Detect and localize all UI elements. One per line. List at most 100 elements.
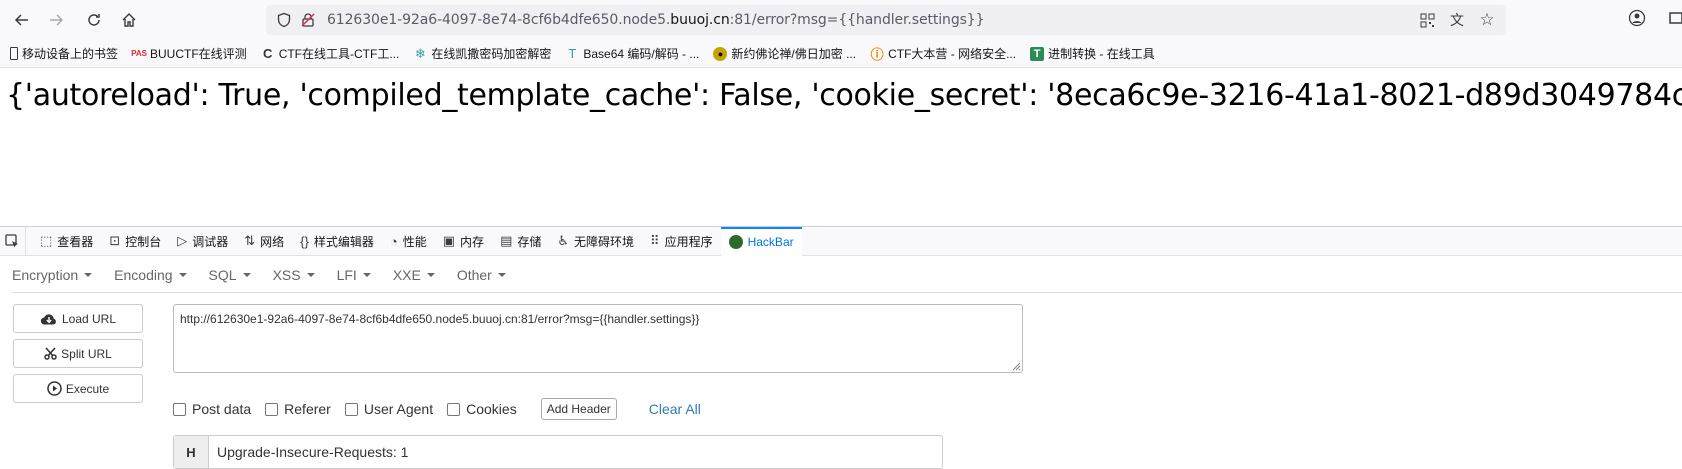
tab-inspector[interactable]: ⬚ 查看器 xyxy=(32,227,101,256)
tab-console[interactable]: ⊡ 控制台 xyxy=(101,227,169,256)
post-data-checkbox[interactable]: Post data xyxy=(173,401,251,417)
bookmark-label: Base64 编码/解码 - ... xyxy=(583,47,700,61)
storage-icon: ▤ xyxy=(500,233,513,248)
bookmark-label: CTF在线工具-CTF工... xyxy=(278,47,400,61)
checkbox-box[interactable] xyxy=(447,402,461,416)
tab-memory[interactable]: ▣ 内存 xyxy=(435,227,492,256)
resize-handle-icon[interactable] xyxy=(1011,361,1021,371)
translate-icon[interactable]: 文 xyxy=(1448,11,1466,29)
menu-sql[interactable]: SQL xyxy=(209,267,251,283)
reload-button[interactable] xyxy=(80,6,108,34)
checkbox-box[interactable] xyxy=(173,402,186,416)
console-icon: ⊡ xyxy=(109,233,121,248)
menu-label: Other xyxy=(456,266,492,283)
clear-all-link[interactable]: Clear All xyxy=(649,401,701,417)
accessibility-icon: ♿ xyxy=(557,233,570,248)
menu-label: XSS xyxy=(272,266,301,283)
header-value[interactable]: Upgrade-Insecure-Requests: 1 xyxy=(209,436,408,468)
tab-accessibility[interactable]: ♿ 无障碍环境 xyxy=(549,227,642,256)
bookmark-convert[interactable]: T 进制转换 - 在线工具 xyxy=(1030,45,1155,62)
menu-encryption[interactable]: Encryption xyxy=(12,266,93,283)
header-input-row[interactable]: H Upgrade-Insecure-Requests: 1 xyxy=(173,435,943,469)
referer-checkbox[interactable]: Referer xyxy=(265,401,331,417)
tab-application[interactable]: ⠿ 应用程序 xyxy=(642,227,721,256)
request-options: Post data Referer User Agent Cookies Add… xyxy=(173,397,701,421)
network-icon: ⇅ xyxy=(244,233,256,248)
account-icon[interactable] xyxy=(1628,9,1646,32)
element-picker-icon[interactable] xyxy=(0,226,26,256)
application-icon: ⠿ xyxy=(650,233,660,248)
tab-storage[interactable]: ▤ 存储 xyxy=(492,227,549,256)
cookies-checkbox[interactable]: Cookies xyxy=(447,401,517,417)
checkbox-label: Cookies xyxy=(466,401,517,417)
tab-label: 应用程序 xyxy=(664,234,713,249)
hackbar-menu: Encryption Encoding SQL XSS LFI XXE Othe… xyxy=(12,257,1682,293)
bookmark-star-icon[interactable]: ☆ xyxy=(1478,10,1496,29)
url-text[interactable]: 612630e1-92a6-4097-8e74-8cf6b4dfe650.nod… xyxy=(327,12,985,28)
tab-label: 性能 xyxy=(402,234,427,249)
menu-label: XXE xyxy=(392,266,421,283)
home-button[interactable] xyxy=(115,6,143,34)
address-bar[interactable]: 612630e1-92a6-4097-8e74-8cf6b4dfe650.nod… xyxy=(266,5,1506,35)
tab-performance[interactable]: ◔ 性能 xyxy=(382,227,435,256)
split-url-button[interactable]: Split URL xyxy=(13,339,143,368)
tab-debugger[interactable]: ▷ 调试器 xyxy=(169,227,236,256)
button-label: Load URL xyxy=(61,311,117,326)
url-domain: buuoj.cn xyxy=(670,12,730,28)
bookmark-ichunqiu[interactable]: ⓘ CTF大本营 - 网络安全... xyxy=(870,45,1017,62)
hackbar-icon xyxy=(728,235,743,249)
menu-other[interactable]: Other xyxy=(457,267,506,283)
bookmark-label: CTF大本营 - 网络安全... xyxy=(888,47,1017,61)
menu-xxe[interactable]: XXE xyxy=(393,267,435,283)
menu-xss[interactable]: XSS xyxy=(273,267,315,283)
bookmark-caesar[interactable]: ❄ 在线凯撒密码加密解密 xyxy=(413,45,551,62)
play-circle-icon xyxy=(47,381,62,396)
url-prefix: 612630e1-92a6-4097-8e74-8cf6b4dfe650.nod… xyxy=(327,12,671,28)
ctf-tools-icon: C xyxy=(262,46,273,61)
checkbox-box[interactable] xyxy=(265,402,279,416)
chevron-down-icon xyxy=(497,272,506,277)
qr-code-icon[interactable] xyxy=(1418,11,1436,29)
add-header-button[interactable]: Add Header xyxy=(540,398,617,420)
execute-button[interactable]: Execute xyxy=(13,374,143,403)
tab-network[interactable]: ⇅ 网络 xyxy=(236,227,292,256)
url-textarea-value: http://612630e1-92a6-4097-8e74-8cf6b4dfe… xyxy=(180,312,700,326)
back-button[interactable] xyxy=(8,6,36,34)
bookmark-base64[interactable]: T Base64 编码/解码 - ... xyxy=(565,45,699,62)
menu-label: LFI xyxy=(336,266,357,283)
load-url-button[interactable]: Load URL xyxy=(13,304,143,333)
shield-icon[interactable] xyxy=(276,12,292,28)
menu-lfi[interactable]: LFI xyxy=(337,267,371,283)
tab-style-editor[interactable]: {} 样式编辑器 xyxy=(292,227,382,256)
buddha-icon: ● xyxy=(713,46,728,61)
insecure-lock-icon[interactable] xyxy=(300,12,316,28)
button-label: Split URL xyxy=(61,346,112,361)
tab-label: 网络 xyxy=(260,234,285,249)
bookmark-buddha[interactable]: ● 新约佛论禅/佛日加密 ... xyxy=(713,45,856,62)
tab-label: 无障碍环境 xyxy=(574,234,635,249)
buuctf-icon: PAS xyxy=(131,49,147,58)
url-textarea[interactable]: http://612630e1-92a6-4097-8e74-8cf6b4dfe… xyxy=(173,304,1023,373)
navigation-toolbar: 612630e1-92a6-4097-8e74-8cf6b4dfe650.nod… xyxy=(0,0,1682,40)
checkbox-label: Post data xyxy=(192,401,252,417)
bookmark-buuctf[interactable]: PAS BUUCTF在线评测 xyxy=(131,45,247,62)
menu-encoding[interactable]: Encoding xyxy=(114,267,187,283)
chevron-down-icon xyxy=(242,272,251,277)
bookmark-label: 在线凯撒密码加密解密 xyxy=(431,47,552,61)
bookmark-ctf-tools[interactable]: C CTF在线工具-CTF工... xyxy=(261,45,400,62)
tab-hackbar[interactable]: HackBar xyxy=(720,226,802,256)
checkbox-box[interactable] xyxy=(344,402,358,416)
forward-button[interactable] xyxy=(42,6,70,34)
bookmark-label: 移动设备上的书签 xyxy=(22,47,119,61)
user-agent-checkbox[interactable]: User Agent xyxy=(344,401,433,417)
tab-label: HackBar xyxy=(747,235,794,249)
bookmark-mobile[interactable]: 移动设备上的书签 xyxy=(10,45,118,62)
ichunqiu-icon: ⓘ xyxy=(870,47,884,62)
chevron-down-icon xyxy=(84,272,93,277)
extensions-icon[interactable] xyxy=(1668,9,1682,32)
base64-icon: T xyxy=(568,46,577,61)
menu-label: Encryption xyxy=(12,266,79,283)
chevron-down-icon xyxy=(426,272,435,277)
bookmark-label: 新约佛论禅/佛日加密 ... xyxy=(731,47,857,61)
mobile-icon xyxy=(10,47,18,60)
